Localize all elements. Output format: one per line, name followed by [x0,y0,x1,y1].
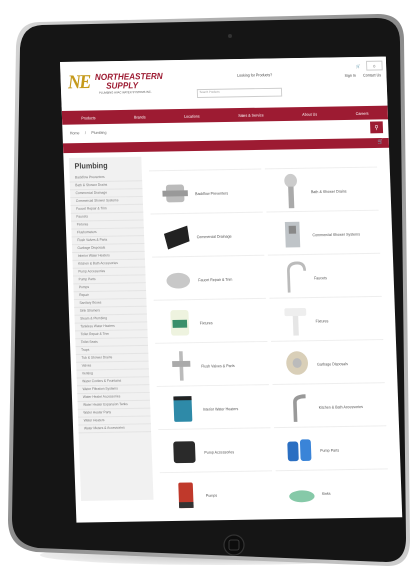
faucet-icon[interactable] [277,258,311,298]
sign-in-link[interactable]: Sign In [345,73,356,78]
drain-icon[interactable] [274,172,308,212]
tablet-screen: NE NORTHEASTERN SUPPLY PLUMBING HVAC WAT… [60,56,403,523]
product-category-label[interactable]: Fixtures [200,320,213,325]
sensor-faucet-icon[interactable] [282,387,316,427]
disposal-icon[interactable] [280,344,314,384]
green-sink-icon[interactable] [285,474,319,514]
product-category-label[interactable]: Sinks [322,490,331,495]
search-icon: ⚲ [374,124,379,131]
nav-item-products[interactable]: Products [81,115,95,120]
product-category-card[interactable]: Commercial Shower Systems [266,209,380,259]
product-category-card[interactable]: Fixtures [153,297,267,347]
breadcrumb-home[interactable]: Home [70,130,80,135]
home-button-icon [223,534,245,556]
looking-for-products-link[interactable]: Looking for Products? [237,72,272,77]
product-category-card[interactable]: Backflow Preventers [148,168,262,217]
breadcrumb-separator: / [84,130,86,136]
logo-tagline: PLUMBING HVAC WATER SYSTEMS INC. [99,89,152,95]
product-category-label[interactable]: Faucet Repair & Trim [198,276,232,281]
card-divider [148,168,262,172]
product-category-card[interactable]: Interior Water Heaters [156,384,270,433]
product-category-label[interactable]: Flush Valves & Parts [201,363,235,368]
product-category-label[interactable]: Interior Water Heaters [203,406,239,411]
product-category-card[interactable]: Garbage Disposals [270,339,384,388]
logo-mark: NE [67,71,90,94]
backflow-preventer-icon[interactable] [158,174,192,214]
product-category-card[interactable]: Commercial Drainage [150,211,264,261]
product-category-card[interactable]: Kitchen & Bath Accessories [272,382,386,431]
pedestal-sink-icon[interactable] [279,301,313,341]
fixture-jar-icon[interactable] [163,303,197,343]
cart-count[interactable]: 0 [366,60,383,71]
sidebar-item[interactable]: Water Meters & Accessories [78,424,152,434]
card-divider [264,166,378,170]
camera-icon [228,34,232,38]
pump-accessory-icon[interactable] [167,432,201,472]
flush-valve-icon[interactable] [164,346,198,386]
contact-us-link[interactable]: Contact Us [363,72,381,77]
cart-strip-icon[interactable]: 🛒 [378,139,384,145]
product-category-label[interactable]: Commercial Drainage [197,233,232,238]
nav-item-brands[interactable]: Brands [134,114,146,119]
breadcrumb: Home / Plumbing [70,130,107,136]
tablet-device: NE NORTHEASTERN SUPPLY PLUMBING HVAC WAT… [0,0,414,571]
faucet-repair-icon[interactable] [161,260,195,300]
product-category-label[interactable]: Commercial Shower Systems [312,231,360,237]
product-category-label[interactable]: Kitchen & Bath Accessories [319,404,363,410]
logo-name-line2: SUPPLY [105,80,139,91]
product-category-label[interactable]: Pumps [206,492,217,497]
product-category-label[interactable]: Garbage Disposals [317,361,348,366]
red-pump-icon[interactable] [169,475,203,515]
top-utility-bar: 🛒 0 [356,60,383,71]
cart-icon[interactable]: 🛒 [356,63,361,68]
site-logo[interactable]: NE NORTHEASTERN SUPPLY PLUMBING HVAC WAT… [68,68,196,100]
product-category-card[interactable]: Pumps [159,470,273,519]
shower-system-icon[interactable] [276,215,310,255]
product-category-card[interactable]: Pump Parts [274,425,388,474]
search-button[interactable]: ⚲ [370,121,384,134]
product-category-label[interactable]: Backflow Preventers [195,190,228,195]
nav-item-about-us[interactable]: About Us [302,111,317,116]
product-category-card[interactable]: Flush Valves & Parts [155,340,269,390]
category-sidebar: Plumbing Backflow Preventers Bath & Showe… [68,156,154,501]
nav-item-sales-service[interactable]: Sales & Service [238,112,264,117]
sidebar-title: Plumbing [74,161,108,171]
blue-pump-icon[interactable] [283,430,317,470]
product-category-card[interactable]: Faucet Repair & Trim [152,254,266,304]
blue-tank-icon[interactable] [166,389,200,429]
nav-item-locations[interactable]: Locations [184,113,200,118]
cart-strip: 🛒 [62,137,390,154]
product-category-card[interactable]: Sinks [275,468,389,517]
product-category-card[interactable]: Faucets [267,252,381,302]
product-category-label[interactable]: Pump Parts [320,447,339,452]
commercial-drain-icon[interactable] [160,217,194,257]
product-category-label[interactable]: Pump Accessories [204,449,234,454]
breadcrumb-current: Plumbing [91,129,107,136]
sidebar-list: Backflow Preventers Bath & Shower Drains C… [69,173,152,434]
product-category-label[interactable]: Bath & Shower Drains [311,188,347,193]
product-category-label[interactable]: Faucets [314,275,327,280]
product-category-grid: Backflow Preventers Bath & Shower Drains C… [148,166,388,509]
user-links: Sign In Contact Us [345,72,382,78]
search-input[interactable]: Search Products [196,87,283,98]
main-nav: Products Brands Locations Sales & Servic… [61,105,389,125]
nav-item-careers[interactable]: Careers [356,110,369,115]
product-category-card[interactable]: Pump Accessories [158,427,272,476]
site-header: NE NORTHEASTERN SUPPLY PLUMBING HVAC WAT… [60,56,388,108]
product-category-label[interactable]: Fixtures [315,318,328,323]
product-category-card[interactable]: Bath & Shower Drains [264,166,378,216]
product-category-card[interactable]: Fixtures [269,295,383,345]
